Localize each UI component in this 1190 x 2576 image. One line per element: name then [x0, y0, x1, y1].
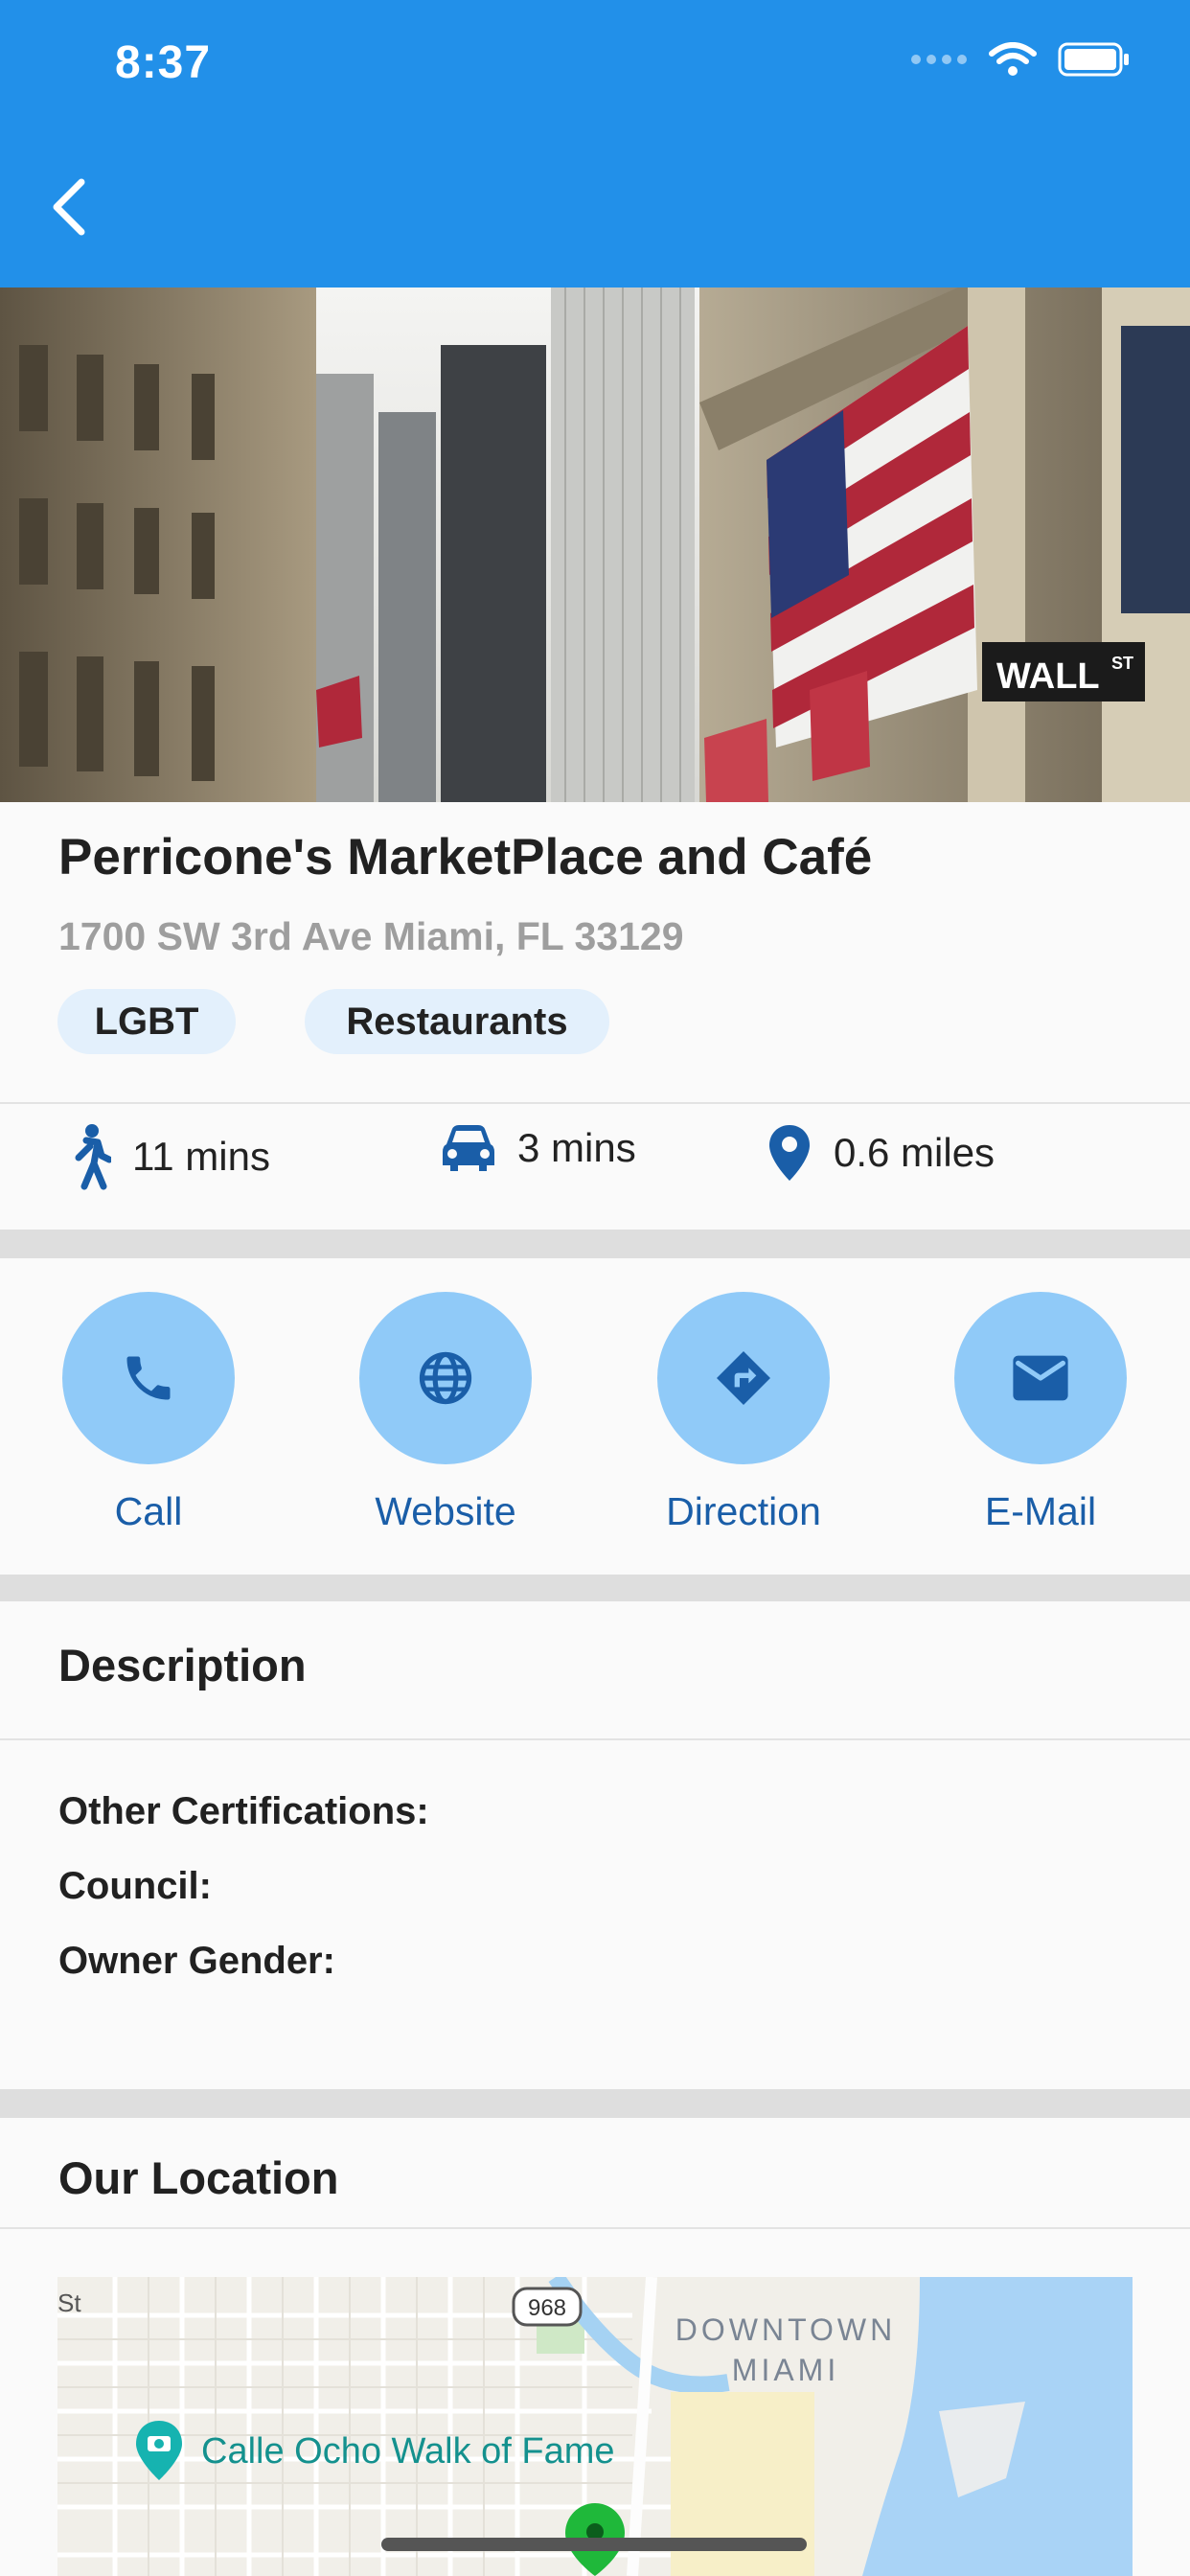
battery-icon [1058, 42, 1129, 77]
tag-chip-lgbt[interactable]: LGBT [57, 989, 236, 1054]
other-certifications-label: Other Certifications: [58, 1790, 429, 1832]
divider [0, 1738, 1190, 1740]
business-photo: WALL ST [0, 288, 1190, 802]
description-title: Description [58, 1640, 307, 1690]
signal-icon [911, 55, 967, 64]
location-map[interactable]: 968 St DOWNTOWN MIAMI Calle Ocho Walk of… [57, 2277, 1133, 2576]
walking-icon [75, 1124, 111, 1190]
map-street-label: St [57, 2288, 81, 2317]
divider [0, 2227, 1190, 2229]
business-address: 1700 SW 3rd Ave Miami, FL 33129 [58, 914, 684, 958]
owner-gender-label: Owner Gender: [58, 1940, 335, 1982]
website-label: Website [375, 1489, 516, 1533]
direction-button[interactable]: Direction [657, 1292, 830, 1534]
globe-icon [419, 1351, 472, 1405]
mail-icon [1013, 1355, 1068, 1401]
email-label: E-Mail [984, 1489, 1097, 1533]
walk-time-label: 11 mins [132, 1134, 270, 1179]
direction-label: Direction [666, 1489, 821, 1533]
direction-icon [717, 1351, 770, 1405]
section-separator [0, 2089, 1190, 2118]
chevron-left-icon [53, 178, 85, 236]
call-button[interactable]: Call [62, 1292, 235, 1534]
council-label: Council: [58, 1865, 212, 1907]
map-district-label-2: MIAMI [732, 2353, 839, 2387]
tag-chip-restaurants[interactable]: Restaurants [305, 989, 609, 1054]
call-label: Call [114, 1489, 183, 1533]
wifi-icon [989, 42, 1037, 76]
section-separator [0, 1230, 1190, 1258]
svg-text:ST: ST [1111, 654, 1133, 673]
business-name: Perricone's MarketPlace and Café [58, 829, 873, 886]
map-district-label: DOWNTOWN [675, 2312, 896, 2347]
phone-icon [126, 1356, 171, 1400]
map-poi-label: Calle Ocho Walk of Fame [201, 2431, 615, 2472]
app-bar: 8:37 [0, 0, 1190, 288]
walk-time: 11 mins [69, 1123, 270, 1190]
distance: 0.6 miles [767, 1123, 995, 1183]
svg-text:WALL: WALL [996, 656, 1100, 697]
drive-time-label: 3 mins [517, 1125, 636, 1170]
location-pin-icon [769, 1125, 810, 1181]
divider [0, 1102, 1190, 1104]
route-shield: 968 [528, 2295, 566, 2321]
location-title: Our Location [58, 2152, 339, 2203]
email-button[interactable]: E-Mail [954, 1292, 1127, 1534]
car-icon [443, 1125, 494, 1171]
distance-label: 0.6 miles [834, 1130, 995, 1175]
website-button[interactable]: Website [359, 1292, 532, 1534]
home-indicator[interactable] [381, 2538, 807, 2551]
section-separator [0, 1575, 1190, 1601]
back-button[interactable] [34, 169, 102, 245]
status-time: 8:37 [115, 37, 212, 88]
status-icons [910, 42, 1131, 77]
drive-time: 3 mins [441, 1123, 636, 1173]
